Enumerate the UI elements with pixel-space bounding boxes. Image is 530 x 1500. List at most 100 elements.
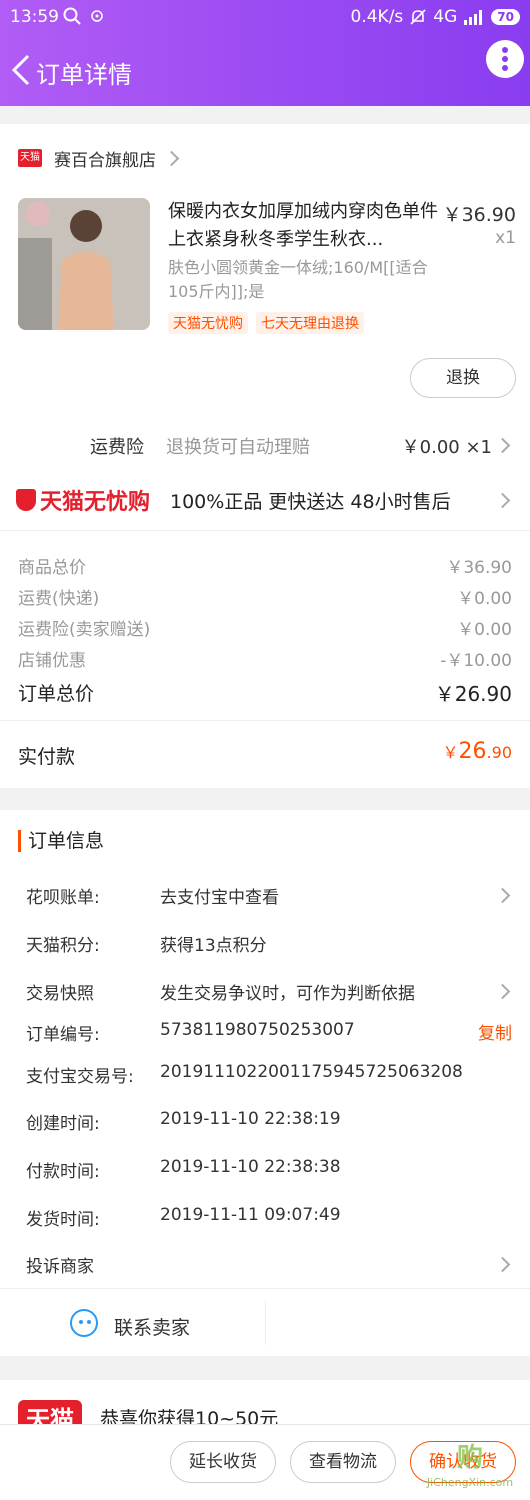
signal-icon <box>464 10 483 25</box>
tag-wyg: 天猫无忧购 <box>168 312 248 334</box>
chat-dot-icon <box>87 1320 91 1324</box>
mute-icon <box>410 9 426 25</box>
info-row-order-no: 订单编号: 573811980750253007 复制 <box>0 1017 530 1047</box>
page-title: 订单详情 <box>36 61 132 89</box>
price-label: 运费(快递) <box>18 589 100 609</box>
shipping-insurance-row[interactable]: 运费险 退换货可自动理赔 ￥0.00 ×1 <box>0 430 530 460</box>
price-value: -￥10.00 <box>440 651 512 671</box>
product-tags: 天猫无忧购 七天无理由退换 <box>168 312 364 334</box>
chevron-right-icon <box>494 492 511 509</box>
info-row-created: 创建时间: 2019-11-10 22:38:19 <box>0 1106 530 1136</box>
view-logistics-button[interactable]: 查看物流 <box>290 1441 396 1483</box>
chevron-right-icon <box>494 437 511 454</box>
info-key: 发货时间: <box>26 1210 100 1230</box>
chevron-right-icon <box>494 1256 511 1273</box>
paid-dec: .90 <box>486 743 512 762</box>
chevron-right-icon <box>163 150 180 166</box>
insurance-desc: 退换货可自动理赔 <box>166 437 310 458</box>
insurance-value: ￥0.00 ×1 <box>401 437 492 458</box>
info-value: 获得13点积分 <box>160 936 267 956</box>
contact-seller-label: 联系卖家 <box>114 1317 191 1339</box>
notification-icon <box>91 10 103 22</box>
paid-int: 26 <box>458 739 487 764</box>
status-time: 13:59 <box>10 7 59 27</box>
info-key: 交易快照 <box>26 984 94 1004</box>
status-icons-left <box>62 6 104 26</box>
contact-seller-row[interactable]: 联系卖家 <box>0 1288 530 1356</box>
app-header: 13:59 0.4K/s 4G 70 订单详情 <box>0 0 530 106</box>
price-value: ￥0.00 <box>457 589 512 609</box>
shield-icon <box>16 489 36 511</box>
paid-label: 实付款 <box>18 746 76 768</box>
order-info-title: 订单信息 <box>18 830 104 852</box>
info-row-alipay-no: 支付宝交易号: 2019111022001175945725063208 <box>0 1059 530 1089</box>
product-title[interactable]: 保暖内衣女加厚加绒内穿肉色单件上衣紧身秋冬季学生秋衣... <box>168 198 438 254</box>
status-icons-right: 0.4K/s 4G 70 <box>351 7 520 27</box>
price-value: ￥36.90 <box>446 558 512 578</box>
price-label: 运费险(卖家赠送) <box>18 620 151 640</box>
wyg-logo-text: 天猫无忧购 <box>40 490 151 515</box>
info-key: 支付宝交易号: <box>26 1067 134 1087</box>
info-row-huabei[interactable]: 花呗账单: 去支付宝中查看 <box>0 880 530 910</box>
wyg-features: 100%正品 更快送达 48小时售后 <box>170 491 451 513</box>
paid-amount: ￥26.90 <box>443 739 512 764</box>
info-key: 创建时间: <box>26 1114 100 1134</box>
more-menu-button[interactable] <box>486 40 524 78</box>
price-label: 商品总价 <box>18 558 86 578</box>
info-value: 2019-11-11 09:07:49 <box>160 1205 341 1225</box>
info-key: 花呗账单: <box>26 888 100 908</box>
info-value: 去支付宝中查看 <box>160 888 279 908</box>
price-value: ￥0.00 <box>457 620 512 640</box>
price-breakdown: 商品总价 ￥36.90 运费(快递) ￥0.00 运费险(卖家赠送) ￥0.00… <box>0 530 530 706</box>
wyg-row[interactable]: 天猫无忧购 100%正品 更快送达 48小时售后 <box>0 483 530 515</box>
product-quantity: x1 <box>495 228 516 248</box>
watermark-logo: 购 JiChengXin.com <box>412 1440 528 1498</box>
back-arrow-icon[interactable] <box>8 52 34 88</box>
more-dot-icon <box>502 56 508 62</box>
info-row-complain[interactable]: 投诉商家 <box>0 1249 530 1279</box>
currency-symbol: ￥ <box>442 743 459 762</box>
more-dot-icon <box>502 47 508 53</box>
tag-seven-day: 七天无理由退换 <box>256 312 364 334</box>
info-value: 2019111022001175945725063208 <box>160 1062 463 1082</box>
net-speed: 0.4K/s <box>350 7 404 27</box>
chevron-right-icon <box>494 983 511 1000</box>
watermark-site: JiChengXin.com <box>426 1476 514 1489</box>
chat-bubble-icon <box>70 1309 98 1337</box>
info-key: 订单编号: <box>26 1025 100 1045</box>
order-total-value: ￥26.90 <box>434 682 512 706</box>
info-key: 天猫积分: <box>26 936 100 956</box>
info-row-paid: 付款时间: 2019-11-10 22:38:38 <box>0 1154 530 1184</box>
watermark-main: 购 <box>456 1443 483 1473</box>
product-image[interactable] <box>18 198 150 330</box>
info-row-snapshot[interactable]: 交易快照 发生交易争议时，可作为判断依据 <box>0 976 530 1006</box>
search-icon <box>63 7 81 25</box>
info-row-shipped: 发货时间: 2019-11-11 09:07:49 <box>0 1202 530 1232</box>
info-key: 投诉商家 <box>26 1257 94 1277</box>
order-total-label: 订单总价 <box>18 683 95 705</box>
status-bar: 13:59 0.4K/s 4G 70 <box>0 0 530 36</box>
shop-row[interactable]: 天猫 赛百合旗舰店 <box>18 146 180 171</box>
shop-name: 赛百合旗舰店 <box>54 150 156 171</box>
info-key: 付款时间: <box>26 1162 100 1182</box>
info-row-points: 天猫积分: 获得13点积分 <box>0 928 530 958</box>
insurance-label: 运费险 <box>90 437 144 458</box>
chat-dot-icon <box>79 1320 83 1324</box>
extend-receipt-button[interactable]: 延长收货 <box>170 1441 276 1483</box>
battery-icon: 70 <box>491 9 520 25</box>
exchange-button[interactable]: 退换 <box>410 358 516 398</box>
info-value: 573811980750253007 <box>160 1020 355 1040</box>
price-label: 店铺优惠 <box>18 651 86 671</box>
product-price: ￥36.90 <box>442 204 516 226</box>
info-value: 2019-11-10 22:38:19 <box>160 1109 341 1129</box>
network-type: 4G <box>433 7 458 27</box>
copy-button[interactable]: 复制 <box>478 1019 512 1044</box>
info-value: 2019-11-10 22:38:38 <box>160 1157 341 1177</box>
more-dot-icon <box>502 65 508 71</box>
wyg-logo: 天猫无忧购 <box>16 484 150 516</box>
product-photo <box>18 198 150 330</box>
info-value: 发生交易争议时，可作为判断依据 <box>160 984 415 1004</box>
tmall-icon: 天猫 <box>18 149 42 167</box>
chevron-right-icon <box>494 887 511 904</box>
product-sku: 肤色小圆领黄金一体绒;160/M[[适合105斤内]];是 <box>168 258 428 301</box>
